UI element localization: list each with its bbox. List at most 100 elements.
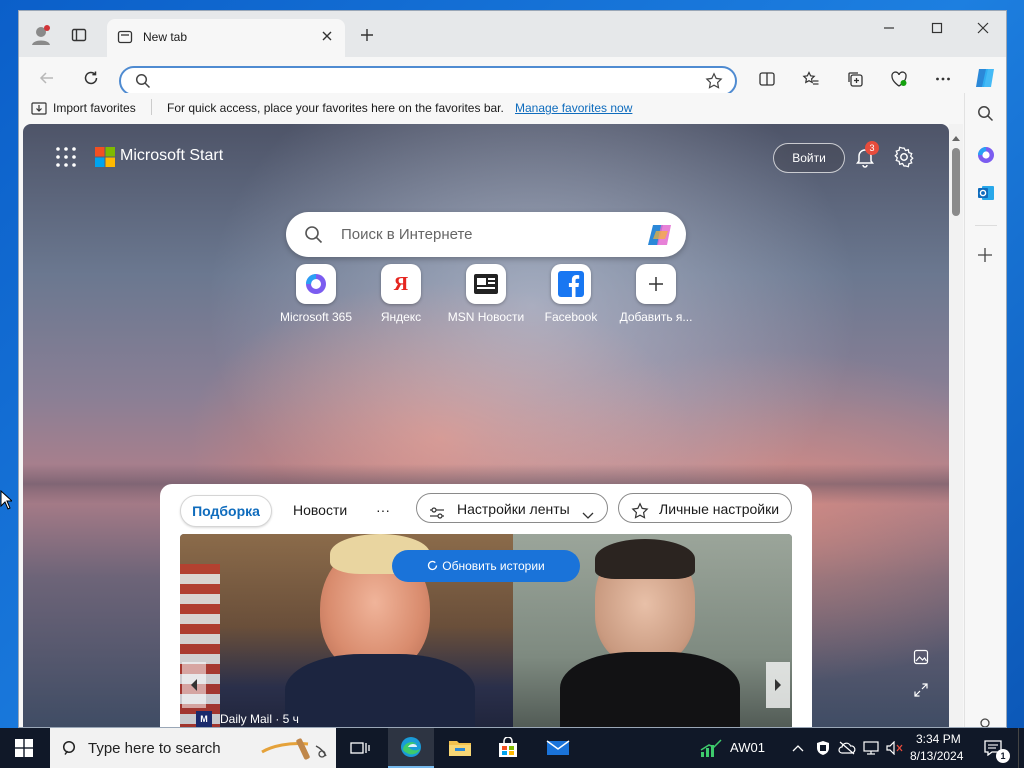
quick-link-msn-news[interactable]: MSN Новости	[441, 264, 531, 324]
search-icon	[304, 225, 323, 247]
sparkle-star-icon	[631, 500, 649, 530]
personal-settings-label: Личные настройки	[659, 501, 780, 517]
copilot-icon[interactable]	[646, 221, 674, 252]
sidebar-settings-icon[interactable]	[977, 715, 993, 727]
search-icon	[135, 73, 151, 92]
chevron-down-icon	[581, 502, 595, 532]
search-icon[interactable]	[977, 105, 994, 125]
cloud-offline-icon[interactable]	[836, 728, 858, 768]
scroll-up-arrow-icon[interactable]	[952, 130, 960, 144]
edge-sidebar	[964, 93, 1006, 727]
action-center-badge: 1	[996, 749, 1010, 763]
story-suit-left	[285, 654, 475, 727]
clock-date[interactable]: 8/13/2024	[910, 749, 963, 763]
file-explorer-icon[interactable]	[438, 728, 482, 768]
refresh-stories-label: Обновить истории	[442, 559, 545, 573]
quick-link-label: Facebook	[544, 310, 598, 324]
profile-avatar-icon[interactable]	[27, 21, 55, 49]
minimize-icon[interactable]	[875, 14, 903, 42]
background-image-icon[interactable]	[913, 649, 929, 668]
show-desktop-button[interactable]	[1018, 728, 1024, 768]
notification-badge: 3	[865, 141, 879, 155]
title-bar: New tab	[19, 11, 1006, 57]
maximize-icon[interactable]	[923, 14, 951, 42]
microsoft-logo-icon	[95, 147, 115, 170]
tab-novosti[interactable]: Новости	[293, 495, 347, 525]
taskbar-search-box[interactable]: Type here to search	[50, 728, 336, 768]
sign-in-button[interactable]: Войти	[773, 143, 845, 173]
browser-tab-new-tab[interactable]: New tab	[107, 19, 345, 57]
address-bar[interactable]	[119, 66, 737, 96]
collections-icon[interactable]	[841, 65, 869, 93]
feed-settings-button[interactable]: Настройки ленты	[416, 493, 608, 523]
import-favorites-link[interactable]: Import favorites	[53, 101, 136, 115]
new-tab-plus-icon[interactable]	[353, 21, 381, 49]
security-shield-icon[interactable]	[812, 728, 834, 768]
back-arrow-icon[interactable]	[33, 64, 61, 92]
import-icon	[31, 101, 47, 118]
microsoft-store-icon[interactable]	[486, 728, 530, 768]
tab-more[interactable]: ···	[376, 495, 390, 525]
search-highlight-illustration-icon	[258, 734, 332, 765]
volume-muted-icon[interactable]	[884, 728, 906, 768]
app-launcher-icon[interactable]	[55, 146, 77, 171]
refresh-icon[interactable]	[77, 64, 105, 92]
tab-podborka[interactable]: Подборка	[180, 495, 272, 527]
tab-label: ···	[376, 502, 390, 518]
favorites-icon[interactable]	[797, 65, 825, 93]
edge-taskbar-icon[interactable]	[388, 728, 434, 768]
web-search-box[interactable]: Поиск в Интернете	[286, 212, 686, 257]
favorites-divider	[151, 99, 152, 115]
page-scrollbar[interactable]	[949, 124, 963, 727]
settings-gear-icon[interactable]	[893, 146, 915, 171]
favorites-bar: Import favorites For quick access, place…	[19, 93, 959, 123]
show-hidden-icons-chevron-icon[interactable]	[788, 728, 808, 768]
search-placeholder: Поиск в Интернете	[341, 226, 473, 243]
network-icon[interactable]	[860, 728, 882, 768]
clock-time[interactable]: 3:34 PM	[916, 732, 961, 746]
taskbar-search-placeholder: Type here to search	[88, 740, 221, 757]
carousel-prev-button[interactable]	[182, 662, 206, 708]
add-plus-icon[interactable]	[977, 247, 993, 266]
edge-browser-window: New tab Import favorites For quick acces…	[18, 10, 1007, 728]
manage-favorites-link[interactable]: Manage favorites now	[515, 101, 632, 115]
tab-label: Новости	[293, 502, 348, 518]
scroll-thumb[interactable]	[952, 148, 960, 216]
yandex-icon: Я	[381, 264, 421, 304]
quick-link-add[interactable]: Добавить я...	[611, 264, 701, 324]
quick-link-label: Добавить я...	[619, 310, 693, 324]
top-story-card[interactable]: Обновить истории M Daily Mail · 5 ч	[180, 534, 792, 727]
quick-link-facebook[interactable]: Facebook	[526, 264, 616, 324]
story-hair-right	[595, 539, 695, 579]
stock-ticker-label[interactable]: AW01	[730, 740, 765, 755]
personal-settings-button[interactable]: Личные настройки	[618, 493, 792, 523]
more-options-icon[interactable]	[929, 65, 957, 93]
sliders-icon	[429, 501, 445, 531]
browser-essentials-icon[interactable]	[885, 65, 913, 93]
tab-actions-icon[interactable]	[65, 21, 93, 49]
daily-mail-logo-icon: M	[196, 711, 212, 727]
address-input[interactable]	[157, 72, 701, 92]
favorite-star-icon[interactable]	[705, 72, 723, 93]
windows-start-icon[interactable]	[0, 728, 48, 768]
stocks-trend-icon[interactable]	[696, 728, 726, 768]
microsoft-365-icon[interactable]	[976, 145, 996, 168]
outlook-icon[interactable]	[976, 183, 996, 206]
refresh-stories-button[interactable]: Обновить истории	[392, 550, 580, 582]
search-icon	[62, 740, 79, 760]
brand-title: Microsoft Start	[120, 147, 224, 164]
mail-icon[interactable]	[536, 728, 580, 768]
expand-icon[interactable]	[913, 682, 929, 701]
story-source: Daily Mail · 5 ч	[220, 712, 299, 726]
feed-settings-label: Настройки ленты	[457, 501, 570, 517]
new-tab-page: Microsoft Start Войти 3 Поиск в Интернет…	[23, 124, 949, 727]
story-suit-right	[560, 652, 740, 727]
task-view-icon[interactable]	[340, 728, 380, 768]
quick-link-microsoft-365[interactable]: Microsoft 365	[271, 264, 361, 324]
split-screen-icon[interactable]	[753, 65, 781, 93]
copilot-icon[interactable]	[971, 64, 999, 92]
carousel-next-button[interactable]	[766, 662, 790, 708]
close-tab-icon[interactable]	[321, 30, 333, 45]
quick-link-yandex[interactable]: Я Яндекс	[356, 264, 446, 324]
close-window-icon[interactable]	[969, 14, 997, 42]
